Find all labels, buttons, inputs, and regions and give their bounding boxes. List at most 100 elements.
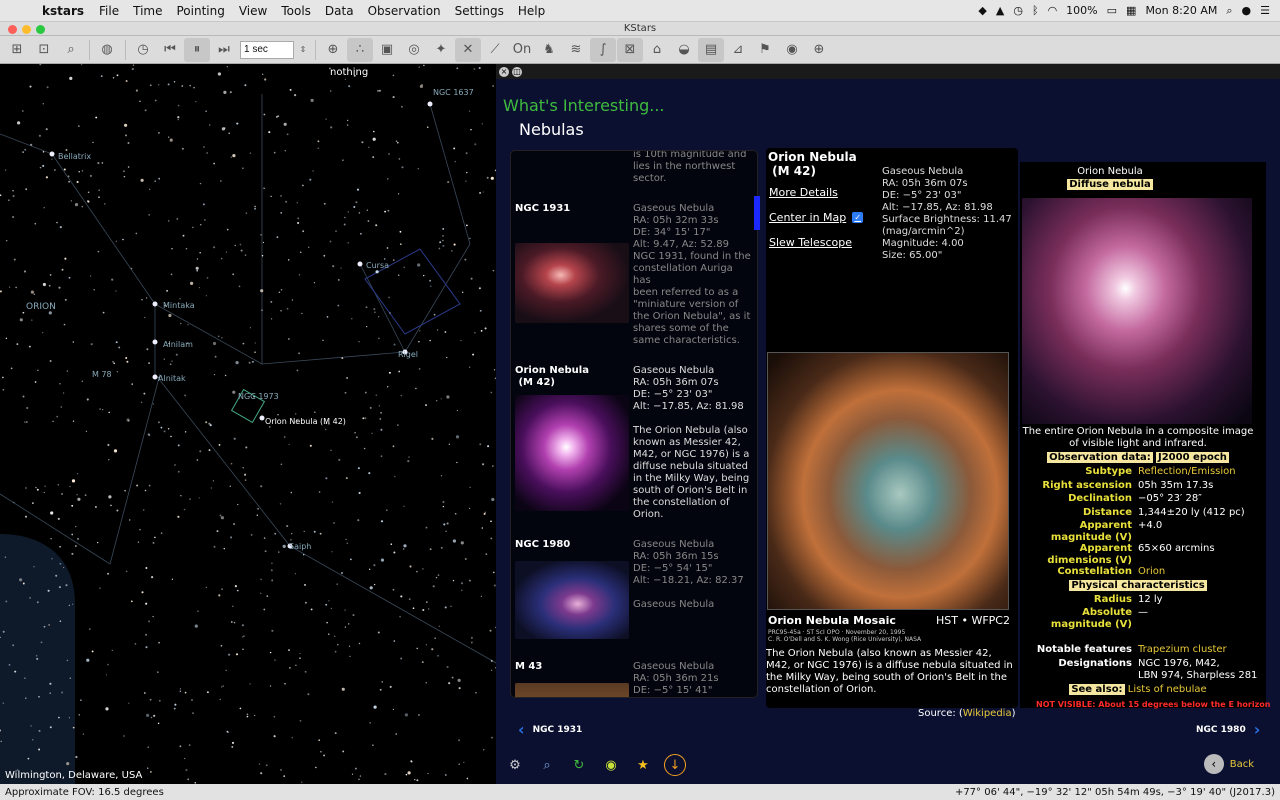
time-step-input[interactable] (240, 40, 294, 59)
step-backward-icon[interactable]: ⏮ (157, 38, 183, 62)
wifi-icon[interactable]: ◠ (1048, 4, 1058, 17)
favorite-star-icon[interactable]: ★ (632, 754, 654, 776)
step-forward-icon[interactable]: ⏭ (211, 38, 237, 62)
flag-icon[interactable]: ▦ (1126, 4, 1136, 17)
notification-center-icon[interactable]: ☰ (1260, 4, 1270, 17)
star (163, 358, 165, 360)
prev-arrow-icon[interactable]: ‹ (518, 720, 525, 739)
star (89, 174, 92, 177)
back-button[interactable]: ‹ Back (1203, 754, 1254, 774)
dropbox-icon[interactable]: ◆ (978, 4, 986, 17)
close-window-button[interactable] (8, 25, 17, 34)
flag-marker-icon[interactable]: ⚑ (752, 38, 778, 62)
clock-icon[interactable]: ◷ (130, 38, 156, 62)
star (86, 200, 89, 202)
center-in-map-link[interactable]: Center in Map ✓ (769, 211, 864, 224)
eye-icon[interactable]: ◉ (600, 754, 622, 776)
prev-object-button[interactable]: ‹ NGC 1931 (518, 720, 582, 739)
menu-file[interactable]: File (92, 4, 126, 18)
more-details-link[interactable]: More Details (769, 186, 863, 199)
obs-data-label: Observation data: (1047, 452, 1153, 463)
star-icon[interactable]: ✦ (428, 38, 454, 62)
fov-icon[interactable]: ▤ (698, 37, 724, 62)
observatory-icon[interactable]: ⌂ (644, 38, 670, 62)
star (389, 685, 392, 688)
back-arrow-icon[interactable]: ‹ (1203, 754, 1224, 774)
menu-help[interactable]: Help (511, 4, 552, 18)
siri-icon[interactable]: ● (1242, 4, 1252, 17)
star (0, 740, 2, 743)
satellite-icon[interactable]: ✕ (455, 37, 481, 62)
constellation-lines-icon[interactable]: ⟋ (482, 38, 508, 62)
stars-icon[interactable]: ∴ (347, 37, 373, 62)
center-in-map-checkbox[interactable]: ✓ (852, 212, 864, 223)
crosshair-icon[interactable]: ⊕ (806, 38, 832, 62)
star (492, 465, 494, 467)
new-window-icon[interactable]: ⊞ (4, 38, 30, 62)
zoom-window-button[interactable] (36, 25, 45, 34)
solar-system-icon[interactable]: ◎ (401, 38, 427, 62)
equator-icon[interactable]: ∫ (590, 37, 616, 62)
time-machine-icon[interactable]: ◷ (1013, 4, 1023, 17)
clock[interactable]: Mon 8:20 AM (1145, 4, 1217, 17)
star (62, 566, 65, 569)
pause-icon[interactable]: ⏸ (184, 37, 210, 62)
constellation-art-icon[interactable]: ♞ (536, 38, 562, 62)
star (187, 778, 190, 781)
spotlight-icon[interactable]: ⌕ (1226, 4, 1232, 18)
sky-canvas[interactable] (0, 64, 496, 784)
menu-time[interactable]: Time (126, 4, 169, 18)
list-scroll-indicator[interactable] (754, 196, 760, 230)
object-list[interactable]: is 10th magnitude and lies in the northwe… (510, 150, 758, 698)
time-step-spinner[interactable]: ⇕ (296, 38, 310, 62)
open-fits-icon[interactable]: ⊡ (31, 38, 57, 62)
constellation-names-icon[interactable]: On (509, 38, 535, 62)
sky-map[interactable]: nothing NGC 1637 Bellatrix ORION Mintaka… (0, 64, 496, 784)
star (132, 64, 135, 66)
target-icon[interactable]: ⊕ (320, 38, 346, 62)
menu-view[interactable]: View (232, 4, 274, 18)
grid-icon[interactable]: ⊠ (617, 37, 643, 62)
menu-data[interactable]: Data (318, 4, 361, 18)
slew-telescope-link[interactable]: Slew Telescope (769, 236, 863, 249)
mosaic-credit: PRC95-45a · ST ScI OPO · November 20, 19… (768, 629, 922, 643)
horizon-icon[interactable]: ◒ (671, 38, 697, 62)
deep-sky-icon[interactable]: ▣ (374, 38, 400, 62)
star (312, 170, 314, 172)
menu-app-name[interactable]: kstars (34, 4, 92, 18)
settings-gear-icon[interactable]: ⚙ (504, 754, 526, 776)
panel-float-icon[interactable]: ◫ (512, 66, 522, 77)
star (78, 171, 80, 173)
menu-observation[interactable]: Observation (361, 4, 448, 18)
see-also-link[interactable]: Lists of nebulae (1128, 684, 1207, 695)
hips-icon[interactable]: ◉ (779, 38, 805, 62)
star (29, 85, 32, 88)
star (37, 369, 39, 371)
battery-icon[interactable]: ▭ (1107, 4, 1117, 17)
download-icon[interactable]: ↓ (664, 754, 686, 776)
star (437, 655, 439, 657)
sky-label-orion-nebula[interactable]: Orion Nebula (M 42) (265, 417, 346, 426)
milky-way-icon[interactable]: ≋ (563, 38, 589, 62)
find-object-icon[interactable]: ⌕ (58, 38, 84, 62)
star (5, 337, 8, 340)
panel-close-icon[interactable]: × (499, 66, 509, 77)
battery-percent[interactable]: 100% (1066, 4, 1097, 17)
menu-settings[interactable]: Settings (448, 4, 511, 18)
star (226, 228, 229, 231)
inspect-icon[interactable]: ⌕ (536, 754, 558, 776)
bluetooth-icon[interactable]: ᛒ (1032, 4, 1039, 17)
star (373, 308, 376, 311)
menu-pointing[interactable]: Pointing (170, 4, 232, 18)
star (169, 363, 172, 366)
next-arrow-icon[interactable]: › (1254, 720, 1261, 739)
drive-icon[interactable]: ▲ (996, 4, 1004, 17)
star (157, 421, 160, 424)
telescope-icon[interactable]: ⊿ (725, 38, 751, 62)
menu-tools[interactable]: Tools (274, 4, 318, 18)
minimize-window-button[interactable] (22, 25, 31, 34)
next-object-button[interactable]: NGC 1980 › (1196, 720, 1260, 739)
globe-icon[interactable]: ◍ (94, 38, 120, 62)
wikipedia-link[interactable]: Wikipedia (963, 708, 1012, 719)
refresh-icon[interactable]: ↻ (568, 754, 590, 776)
